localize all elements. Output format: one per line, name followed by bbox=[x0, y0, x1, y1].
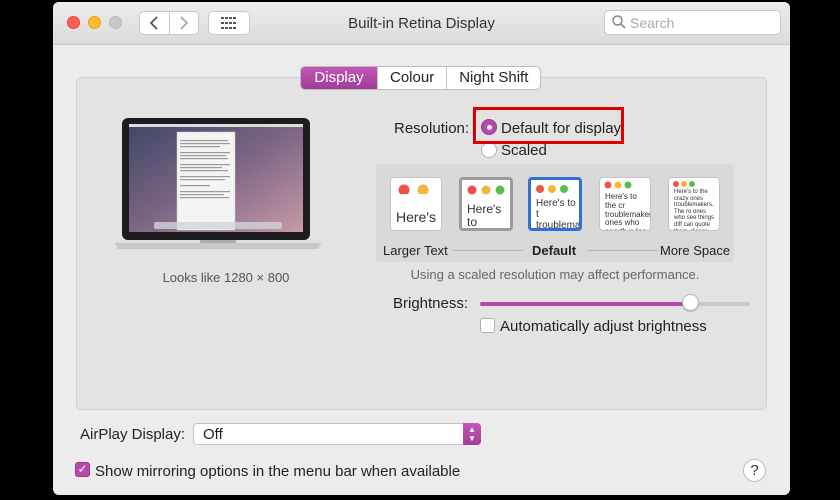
scale-option-4[interactable]: Here's to the cr troublemakers. ones who… bbox=[599, 177, 651, 231]
search-field[interactable]: Search bbox=[604, 10, 781, 35]
scaled-radio[interactable] bbox=[481, 142, 497, 158]
scale-option-2[interactable]: Here's to troublem bbox=[459, 177, 513, 231]
airplay-label: AirPlay Display: bbox=[80, 426, 186, 443]
preview-text: Here's to the crazy ones troublemakers. … bbox=[674, 189, 715, 230]
brightness-slider-knob[interactable] bbox=[682, 294, 699, 311]
window-dots-icon bbox=[536, 185, 568, 193]
help-button[interactable]: ? bbox=[743, 459, 766, 482]
brightness-slider[interactable] bbox=[480, 294, 750, 311]
larger-text-label: Larger Text bbox=[383, 243, 448, 258]
highlight-box bbox=[473, 107, 624, 144]
search-placeholder: Search bbox=[630, 15, 675, 31]
resolution-label: Resolution: bbox=[394, 120, 470, 137]
tab-night-shift[interactable]: Night Shift bbox=[446, 67, 540, 89]
scale-option-larger-text[interactable]: Here's bbox=[390, 177, 442, 231]
preview-text: Here's to troublem bbox=[467, 202, 502, 230]
scale-option-default[interactable]: Here's to t troublema ones who se bbox=[528, 177, 582, 231]
airplay-value: Off bbox=[203, 426, 223, 443]
system-preferences-window: Built-in Retina Display Search Display C… bbox=[53, 2, 790, 495]
mirroring-label[interactable]: Show mirroring options in the menu bar w… bbox=[95, 463, 460, 480]
preview-text: Here's to the cr troublemakers. ones who… bbox=[605, 192, 651, 230]
preview-text: Here's bbox=[396, 209, 437, 225]
scaled-label[interactable]: Scaled bbox=[501, 142, 547, 159]
looks-like-label: Looks like 1280 × 800 bbox=[162, 270, 290, 285]
tab-bar: Display Colour Night Shift bbox=[300, 66, 542, 90]
scale-divider-right bbox=[587, 250, 657, 251]
default-scale-label: Default bbox=[532, 243, 577, 258]
tab-display[interactable]: Display bbox=[301, 67, 377, 89]
auto-brightness-checkbox[interactable] bbox=[480, 318, 495, 333]
mirroring-checkbox[interactable]: ✓ bbox=[75, 462, 90, 477]
tab-colour[interactable]: Colour bbox=[377, 67, 446, 89]
auto-brightness-label[interactable]: Automatically adjust brightness bbox=[500, 318, 707, 335]
search-icon bbox=[612, 15, 626, 29]
title-bar: Built-in Retina Display Search bbox=[53, 2, 790, 45]
updown-arrows-icon: ▲ ▼ bbox=[463, 423, 481, 445]
brightness-slider-fill bbox=[480, 302, 691, 306]
laptop-illustration bbox=[114, 118, 322, 249]
scale-divider-left bbox=[453, 250, 523, 251]
brightness-label: Brightness: bbox=[393, 295, 469, 312]
performance-note: Using a scaled resolution may affect per… bbox=[410, 267, 700, 282]
more-space-label: More Space bbox=[660, 243, 731, 258]
scale-option-more-space[interactable]: Here's to the crazy ones troublemakers. … bbox=[668, 177, 720, 231]
preview-text: Here's to t troublema ones who se bbox=[536, 198, 581, 231]
window-dots-icon bbox=[467, 185, 505, 195]
airplay-display-popup[interactable]: Off ▲ ▼ bbox=[193, 423, 481, 445]
window-dots-icon bbox=[398, 184, 429, 194]
